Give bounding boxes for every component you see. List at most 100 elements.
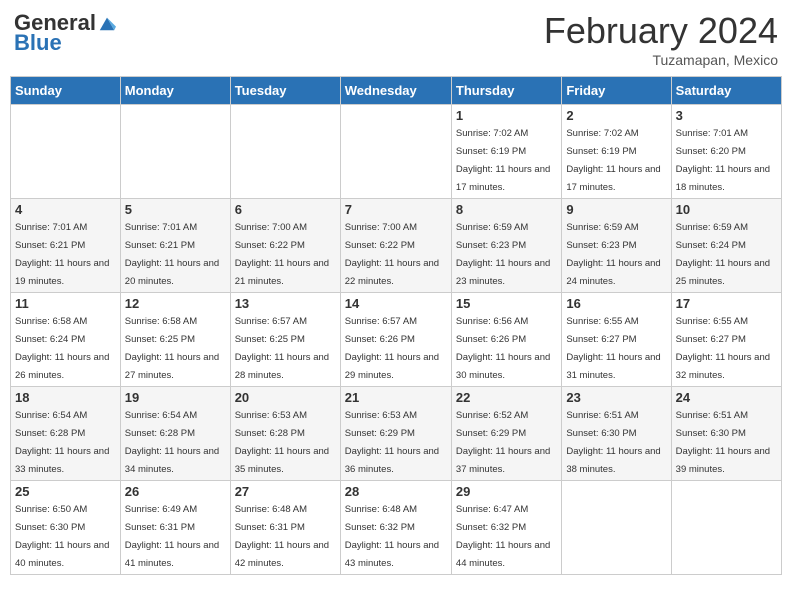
day-number: 9 xyxy=(566,202,666,217)
day-info: Sunrise: 6:48 AM Sunset: 6:32 PM Dayligh… xyxy=(345,504,439,569)
day-number: 28 xyxy=(345,484,447,499)
calendar-day-cell: 25Sunrise: 6:50 AM Sunset: 6:30 PM Dayli… xyxy=(11,481,121,575)
title-section: February 2024 Tuzamapan, Mexico xyxy=(544,10,778,68)
day-number: 1 xyxy=(456,108,557,123)
day-number: 22 xyxy=(456,390,557,405)
day-info: Sunrise: 7:00 AM Sunset: 6:22 PM Dayligh… xyxy=(235,222,329,287)
calendar-week-row: 4 Sunrise: 7:01 AM Sunset: 6:21 PM Daylig… xyxy=(11,199,782,293)
day-info: Sunrise: 6:47 AM Sunset: 6:32 PM Dayligh… xyxy=(456,504,550,569)
weekday-header-cell: Saturday xyxy=(671,77,781,105)
day-info: Sunrise: 6:48 AM Sunset: 6:31 PM Dayligh… xyxy=(235,504,329,569)
day-info: Sunrise: 6:58 AM Sunset: 6:24 PM Dayligh… xyxy=(15,316,109,381)
calendar-day-cell: 27 Sunrise: 6:48 AM Sunset: 6:31 PM Dayli… xyxy=(230,481,340,575)
calendar-week-row: 18 Sunrise: 6:54 AM Sunset: 6:28 PM Dayli… xyxy=(11,387,782,481)
weekday-header-cell: Tuesday xyxy=(230,77,340,105)
calendar-day-cell: 15Sunrise: 6:56 AM Sunset: 6:26 PM Dayli… xyxy=(451,293,561,387)
weekday-header-cell: Friday xyxy=(562,77,671,105)
calendar-day-cell: 28 Sunrise: 6:48 AM Sunset: 6:32 PM Dayli… xyxy=(340,481,451,575)
calendar-day-cell xyxy=(671,481,781,575)
day-number: 24 xyxy=(676,390,777,405)
calendar-day-cell: 17 Sunrise: 6:55 AM Sunset: 6:27 PM Dayli… xyxy=(671,293,781,387)
day-number: 10 xyxy=(676,202,777,217)
calendar-day-cell: 26 Sunrise: 6:49 AM Sunset: 6:31 PM Dayli… xyxy=(120,481,230,575)
day-info: Sunrise: 7:02 AM Sunset: 6:19 PM Dayligh… xyxy=(456,128,550,193)
day-info: Sunrise: 6:53 AM Sunset: 6:28 PM Dayligh… xyxy=(235,410,329,475)
calendar-day-cell: 3 Sunrise: 7:01 AM Sunset: 6:20 PM Daylig… xyxy=(671,105,781,199)
day-number: 11 xyxy=(15,296,116,311)
day-number: 13 xyxy=(235,296,336,311)
day-info: Sunrise: 6:54 AM Sunset: 6:28 PM Dayligh… xyxy=(15,410,109,475)
calendar-day-cell: 14 Sunrise: 6:57 AM Sunset: 6:26 PM Dayli… xyxy=(340,293,451,387)
weekday-header-cell: Wednesday xyxy=(340,77,451,105)
calendar-day-cell: 12 Sunrise: 6:58 AM Sunset: 6:25 PM Dayli… xyxy=(120,293,230,387)
day-number: 14 xyxy=(345,296,447,311)
day-info: Sunrise: 7:02 AM Sunset: 6:19 PM Dayligh… xyxy=(566,128,660,193)
logo-icon xyxy=(98,14,116,32)
day-number: 26 xyxy=(125,484,226,499)
day-number: 18 xyxy=(15,390,116,405)
day-info: Sunrise: 7:01 AM Sunset: 6:20 PM Dayligh… xyxy=(676,128,770,193)
day-number: 6 xyxy=(235,202,336,217)
day-info: Sunrise: 6:55 AM Sunset: 6:27 PM Dayligh… xyxy=(676,316,770,381)
day-number: 15 xyxy=(456,296,557,311)
day-info: Sunrise: 6:52 AM Sunset: 6:29 PM Dayligh… xyxy=(456,410,550,475)
calendar-day-cell xyxy=(230,105,340,199)
calendar-body: 1 Sunrise: 7:02 AM Sunset: 6:19 PM Daylig… xyxy=(11,105,782,575)
page-header: General Blue February 2024 Tuzamapan, Me… xyxy=(10,10,782,68)
day-info: Sunrise: 6:49 AM Sunset: 6:31 PM Dayligh… xyxy=(125,504,219,569)
day-number: 12 xyxy=(125,296,226,311)
calendar-day-cell: 7 Sunrise: 7:00 AM Sunset: 6:22 PM Daylig… xyxy=(340,199,451,293)
day-info: Sunrise: 6:50 AM Sunset: 6:30 PM Dayligh… xyxy=(15,504,109,569)
day-info: Sunrise: 7:00 AM Sunset: 6:22 PM Dayligh… xyxy=(345,222,439,287)
weekday-header-cell: Monday xyxy=(120,77,230,105)
calendar-day-cell: 8 Sunrise: 6:59 AM Sunset: 6:23 PM Daylig… xyxy=(451,199,561,293)
weekday-header-cell: Thursday xyxy=(451,77,561,105)
calendar-day-cell: 4 Sunrise: 7:01 AM Sunset: 6:21 PM Daylig… xyxy=(11,199,121,293)
day-number: 16 xyxy=(566,296,666,311)
day-info: Sunrise: 6:58 AM Sunset: 6:25 PM Dayligh… xyxy=(125,316,219,381)
day-info: Sunrise: 6:59 AM Sunset: 6:23 PM Dayligh… xyxy=(456,222,550,287)
calendar-day-cell: 23 Sunrise: 6:51 AM Sunset: 6:30 PM Dayli… xyxy=(562,387,671,481)
calendar-table: SundayMondayTuesdayWednesdayThursdayFrid… xyxy=(10,76,782,575)
day-info: Sunrise: 6:59 AM Sunset: 6:23 PM Dayligh… xyxy=(566,222,660,287)
day-number: 19 xyxy=(125,390,226,405)
day-info: Sunrise: 6:51 AM Sunset: 6:30 PM Dayligh… xyxy=(676,410,770,475)
day-info: Sunrise: 7:01 AM Sunset: 6:21 PM Dayligh… xyxy=(15,222,109,287)
calendar-day-cell: 9 Sunrise: 6:59 AM Sunset: 6:23 PM Daylig… xyxy=(562,199,671,293)
calendar-day-cell: 13 Sunrise: 6:57 AM Sunset: 6:25 PM Dayli… xyxy=(230,293,340,387)
day-info: Sunrise: 6:51 AM Sunset: 6:30 PM Dayligh… xyxy=(566,410,660,475)
day-number: 21 xyxy=(345,390,447,405)
day-number: 23 xyxy=(566,390,666,405)
logo: General Blue xyxy=(14,10,116,56)
calendar-day-cell: 22 Sunrise: 6:52 AM Sunset: 6:29 PM Dayli… xyxy=(451,387,561,481)
day-info: Sunrise: 6:59 AM Sunset: 6:24 PM Dayligh… xyxy=(676,222,770,287)
calendar-week-row: 11 Sunrise: 6:58 AM Sunset: 6:24 PM Dayli… xyxy=(11,293,782,387)
day-info: Sunrise: 6:54 AM Sunset: 6:28 PM Dayligh… xyxy=(125,410,219,475)
calendar-day-cell: 5 Sunrise: 7:01 AM Sunset: 6:21 PM Daylig… xyxy=(120,199,230,293)
day-number: 5 xyxy=(125,202,226,217)
day-number: 4 xyxy=(15,202,116,217)
calendar-day-cell: 6 Sunrise: 7:00 AM Sunset: 6:22 PM Daylig… xyxy=(230,199,340,293)
calendar-day-cell: 11 Sunrise: 6:58 AM Sunset: 6:24 PM Dayli… xyxy=(11,293,121,387)
day-number: 20 xyxy=(235,390,336,405)
calendar-day-cell: 19 Sunrise: 6:54 AM Sunset: 6:28 PM Dayli… xyxy=(120,387,230,481)
calendar-day-cell: 1 Sunrise: 7:02 AM Sunset: 6:19 PM Daylig… xyxy=(451,105,561,199)
calendar-day-cell: 10 Sunrise: 6:59 AM Sunset: 6:24 PM Dayli… xyxy=(671,199,781,293)
calendar-day-cell: 24 Sunrise: 6:51 AM Sunset: 6:30 PM Dayli… xyxy=(671,387,781,481)
calendar-day-cell xyxy=(340,105,451,199)
day-number: 27 xyxy=(235,484,336,499)
day-number: 7 xyxy=(345,202,447,217)
day-info: Sunrise: 6:55 AM Sunset: 6:27 PM Dayligh… xyxy=(566,316,660,381)
calendar-day-cell: 21Sunrise: 6:53 AM Sunset: 6:29 PM Dayli… xyxy=(340,387,451,481)
day-info: Sunrise: 6:57 AM Sunset: 6:26 PM Dayligh… xyxy=(345,316,439,381)
calendar-day-cell: 2 Sunrise: 7:02 AM Sunset: 6:19 PM Daylig… xyxy=(562,105,671,199)
month-title: February 2024 xyxy=(544,10,778,52)
day-info: Sunrise: 6:57 AM Sunset: 6:25 PM Dayligh… xyxy=(235,316,329,381)
day-number: 3 xyxy=(676,108,777,123)
calendar-day-cell xyxy=(11,105,121,199)
day-info: Sunrise: 7:01 AM Sunset: 6:21 PM Dayligh… xyxy=(125,222,219,287)
day-number: 8 xyxy=(456,202,557,217)
day-number: 17 xyxy=(676,296,777,311)
calendar-day-cell: 18 Sunrise: 6:54 AM Sunset: 6:28 PM Dayli… xyxy=(11,387,121,481)
day-number: 2 xyxy=(566,108,666,123)
